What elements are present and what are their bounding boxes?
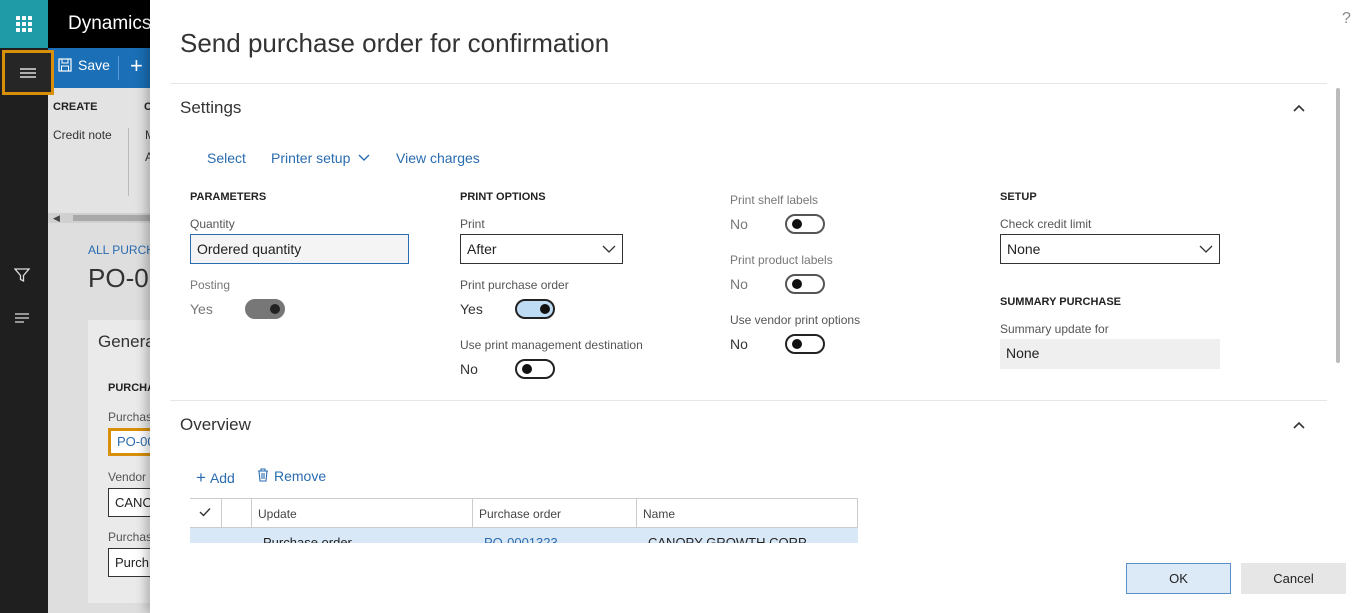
credit-note-button[interactable]: Credit note bbox=[53, 128, 112, 142]
trash-icon bbox=[258, 468, 268, 482]
field-label: Purchas bbox=[108, 530, 153, 544]
posting-toggle bbox=[245, 299, 285, 319]
table-row[interactable]: Purchase order PO-0001323 CANOPY GROWTH … bbox=[190, 528, 858, 543]
cell-name: CANOPY GROWTH CORP bbox=[648, 535, 807, 543]
hamburger-icon bbox=[20, 67, 36, 78]
checkmark-icon bbox=[199, 508, 211, 517]
save-button[interactable]: Save bbox=[58, 57, 110, 73]
general-card: Genera PURCHA Purchas PO-00 Vendor CANO … bbox=[88, 320, 168, 603]
credit-limit-value: None bbox=[1007, 241, 1041, 257]
add-label: Add bbox=[209, 470, 235, 486]
summary-purchase-heading: SUMMARY PURCHASE bbox=[1000, 296, 1122, 308]
setup-heading: SETUP bbox=[1000, 191, 1037, 203]
credit-limit-select[interactable]: None bbox=[1000, 234, 1220, 264]
add-button[interactable]: + Add bbox=[196, 468, 235, 488]
filter-icon[interactable] bbox=[14, 267, 34, 287]
quantity-label: Quantity bbox=[190, 217, 235, 231]
dialog-scrollbar[interactable] bbox=[1336, 88, 1340, 363]
send-po-dialog: Send purchase order for confirmation ? S… bbox=[150, 0, 1366, 613]
summary-update-label: Summary update for bbox=[1000, 322, 1109, 336]
list-icon[interactable] bbox=[14, 311, 34, 331]
ribbon-separator bbox=[128, 128, 129, 196]
ok-button[interactable]: OK bbox=[1126, 563, 1231, 594]
chevron-down-icon bbox=[1199, 245, 1213, 253]
dialog-title: Send purchase order for confirmation bbox=[180, 28, 610, 58]
printer-setup-label: Printer setup bbox=[271, 150, 351, 166]
group-heading: PURCHA bbox=[108, 382, 156, 394]
chevron-down-icon bbox=[358, 154, 370, 161]
action-bar: Save + bbox=[48, 48, 158, 88]
ribbon: CREATE C Credit note M A ◀ bbox=[48, 88, 158, 223]
summary-update-field: None bbox=[1000, 339, 1220, 369]
settings-section-header[interactable]: Settings bbox=[170, 83, 1327, 133]
print-po-label: Print purchase order bbox=[460, 278, 569, 292]
field-label: Vendor bbox=[108, 470, 147, 484]
column-header-update[interactable]: Update bbox=[251, 499, 472, 529]
print-select[interactable]: After bbox=[460, 234, 623, 264]
shelf-labels-value: No bbox=[730, 216, 748, 232]
quantity-field[interactable]: Ordered quantity bbox=[189, 233, 410, 265]
app-title: Dynamics bbox=[68, 13, 152, 34]
remove-label: Remove bbox=[274, 468, 327, 484]
column-header-purchase-order[interactable]: Purchase order bbox=[472, 499, 636, 529]
use-pm-toggle[interactable] bbox=[515, 359, 555, 379]
product-labels-label: Print product labels bbox=[730, 253, 833, 267]
vendor-print-label: Use vendor print options bbox=[730, 313, 861, 327]
parameters-heading: PARAMETERS bbox=[190, 191, 267, 203]
save-label: Save bbox=[78, 57, 110, 73]
section-title: Overview bbox=[180, 415, 251, 434]
cell-update: Purchase order bbox=[263, 535, 352, 543]
ribbon-scrollbar[interactable]: ◀ bbox=[48, 213, 158, 223]
chevron-down-icon bbox=[602, 245, 616, 253]
help-icon[interactable]: ? bbox=[1342, 10, 1351, 28]
cell-purchase-order-link[interactable]: PO-0001323 bbox=[478, 528, 558, 543]
background-content: CREATE C Credit note M A ◀ ALL PURCHA PO… bbox=[48, 88, 168, 613]
print-select-value: After bbox=[467, 241, 497, 257]
product-labels-toggle[interactable] bbox=[785, 274, 825, 294]
overview-grid: Update Purchase order Name Purchase orde… bbox=[190, 498, 858, 543]
hamburger-menu-button[interactable] bbox=[2, 50, 54, 95]
shelf-labels-label: Print shelf labels bbox=[730, 193, 819, 207]
overview-section-header[interactable]: Overview bbox=[170, 400, 1327, 450]
select-button[interactable]: Select bbox=[207, 150, 246, 166]
column-header-name[interactable]: Name bbox=[636, 499, 858, 529]
view-charges-button[interactable]: View charges bbox=[396, 150, 480, 166]
print-po-value: Yes bbox=[460, 301, 483, 317]
card-title: Genera bbox=[98, 332, 155, 351]
credit-limit-label: Check credit limit bbox=[1000, 217, 1092, 231]
waffle-icon bbox=[16, 16, 32, 32]
print-label: Print bbox=[460, 217, 485, 231]
vendor-print-toggle[interactable] bbox=[785, 334, 825, 354]
chevron-up-icon[interactable] bbox=[1291, 417, 1307, 433]
remove-button[interactable]: Remove bbox=[257, 468, 326, 484]
cancel-button[interactable]: Cancel bbox=[1241, 563, 1346, 594]
create-group-label: CREATE bbox=[53, 101, 98, 113]
action-separator bbox=[118, 56, 119, 80]
product-labels-value: No bbox=[730, 276, 748, 292]
printer-setup-button[interactable]: Printer setup bbox=[271, 150, 370, 166]
grid-column-marker bbox=[221, 499, 251, 529]
use-pm-value: No bbox=[460, 361, 478, 377]
app-launcher-button[interactable] bbox=[0, 0, 48, 48]
shelf-labels-toggle[interactable] bbox=[785, 214, 825, 234]
print-po-toggle[interactable] bbox=[515, 299, 555, 319]
chevron-up-icon[interactable] bbox=[1291, 100, 1307, 116]
posting-value: Yes bbox=[190, 301, 213, 317]
left-nav bbox=[0, 48, 48, 613]
select-all-checkbox[interactable] bbox=[190, 499, 221, 529]
plus-icon: + bbox=[196, 468, 206, 487]
posting-label: Posting bbox=[190, 278, 231, 292]
grid-header: Update Purchase order Name bbox=[190, 498, 858, 529]
use-pm-label: Use print management destination bbox=[460, 338, 643, 352]
save-icon bbox=[58, 58, 72, 72]
print-options-heading: PRINT OPTIONS bbox=[460, 191, 546, 203]
scroll-left-icon[interactable]: ◀ bbox=[53, 213, 60, 224]
new-button[interactable]: + bbox=[130, 53, 143, 79]
page-title: PO-0 bbox=[88, 263, 149, 293]
section-title: Settings bbox=[180, 98, 242, 117]
field-label: Purchas bbox=[108, 410, 153, 424]
vendor-print-value: No bbox=[730, 336, 748, 352]
scroll-thumb[interactable] bbox=[73, 215, 158, 221]
